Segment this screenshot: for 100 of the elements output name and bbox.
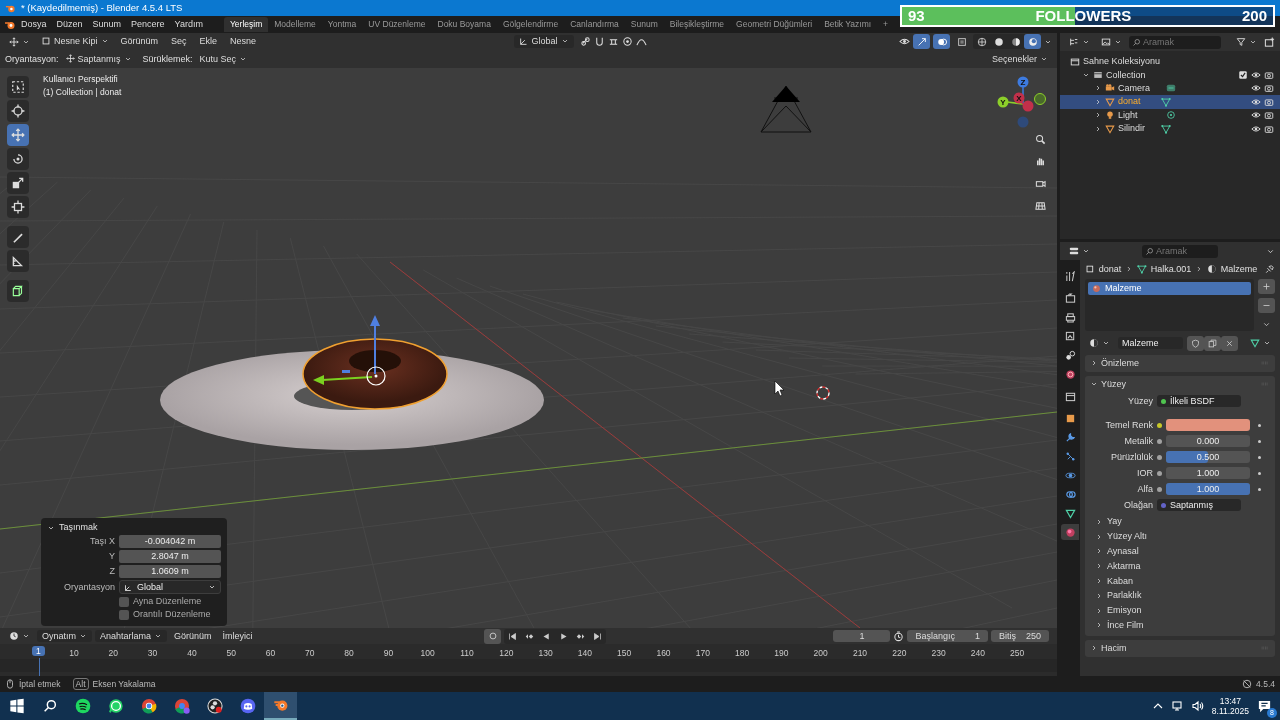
checkbox-label: Ayna Düzenleme (133, 596, 202, 608)
frame-number: 240 (970, 648, 985, 659)
menu-item[interactable]: Nesne (225, 35, 262, 48)
options-dropdown[interactable]: Seçenekler (987, 52, 1052, 66)
playhead-handle[interactable]: 1 (32, 646, 45, 657)
field-label: Alfa (1136, 484, 1153, 495)
outliner-item[interactable]: Sahne Koleksiyonu (1060, 55, 1280, 69)
subpanel-title[interactable]: Kaban (1107, 575, 1134, 587)
shader-link-field[interactable]: İlkeli BSDF (1157, 395, 1241, 408)
drag-dropdown[interactable]: Kutu Seç (195, 52, 252, 66)
number-field[interactable]: 2.8047 m (119, 550, 221, 563)
material-name-field[interactable]: Malzeme (1118, 337, 1183, 350)
menu-item[interactable]: Görünüm (115, 35, 164, 48)
panel-title[interactable]: Önizleme (1101, 357, 1257, 369)
field-label: Z (108, 565, 115, 577)
orientation-dropdown[interactable]: Global (513, 35, 574, 48)
clock-date[interactable]: 8.11.2025 (1211, 706, 1249, 717)
frame-number: 70 (305, 648, 315, 659)
frame-number: 100 (420, 648, 435, 659)
outliner-item[interactable]: Collection (1060, 68, 1280, 82)
frame-number: 230 (931, 648, 946, 659)
axis-handle[interactable]: Y (997, 96, 1009, 108)
workspace-tab[interactable]: Modelleme (268, 17, 322, 32)
subpanel-title[interactable]: Emisyon (1107, 605, 1142, 616)
field-label: Pürüzlülük (1109, 452, 1153, 463)
orientation-label: Oryantasyon: (5, 53, 59, 65)
outliner-item[interactable]: Camera (1060, 81, 1280, 96)
panel-title[interactable]: Yüzey (1101, 378, 1257, 390)
workspace-tab[interactable]: Yontma (321, 17, 363, 32)
panel-title[interactable]: Hacim (1101, 642, 1257, 654)
slider-field[interactable]: 0.500 (1166, 451, 1250, 464)
menu-item[interactable]: Görünüm (170, 629, 216, 643)
workspace-tab[interactable]: Yerleşim (223, 17, 269, 32)
breadcrumb-item: Halka.001 (1150, 264, 1192, 275)
clock-time[interactable]: 13:47 (1219, 695, 1242, 706)
slider-field[interactable]: 1.000 (1166, 483, 1250, 496)
outliner-item[interactable]: Light (1060, 108, 1280, 122)
outliner-item[interactable]: Silindir (1060, 121, 1280, 136)
subpanel-title[interactable]: Aktarma (1107, 560, 1141, 572)
goal-target-count: 200 (1241, 7, 1267, 25)
frame-number: 130 (538, 648, 553, 659)
subpanel-title[interactable]: İnce Film (1107, 619, 1144, 631)
menu-item[interactable]: İmleyici (218, 629, 257, 643)
menu-item[interactable]: Seç (166, 35, 192, 48)
frame-number: 160 (656, 648, 671, 659)
start-frame-field[interactable]: Başlangıç 1 (907, 629, 988, 643)
item-label: Silindir (1118, 123, 1146, 135)
number-field[interactable]: 1.000 (1166, 467, 1250, 480)
axis-handle[interactable]: Z (1017, 76, 1029, 88)
frame-number: 180 (735, 648, 750, 659)
frame-number: 40 (187, 648, 197, 659)
end-frame-field[interactable]: Bitiş 250 (990, 629, 1049, 643)
frame-number: 20 (108, 648, 119, 659)
current-frame-field[interactable]: 1 (833, 629, 891, 643)
menu-item[interactable]: Pencere (126, 18, 170, 31)
subpanel-title[interactable]: Yüzey Altı (1107, 531, 1148, 542)
orientation-dropdown[interactable]: Saptanmış (61, 52, 136, 66)
frame-number: 250 (1010, 648, 1025, 659)
menu-item[interactable]: Düzen (51, 18, 88, 31)
checkbox-label: Orantılı Düzenleme (133, 609, 211, 620)
field-label: Temel Renk (1104, 420, 1153, 431)
item-label: Collection (1106, 69, 1147, 81)
mode-dropdown[interactable]: Nesne Kipi (37, 35, 113, 48)
field-label: IOR (1136, 468, 1153, 479)
menu-item[interactable]: Ekle (194, 35, 223, 48)
number-field[interactable]: 1.0609 m (119, 564, 221, 578)
shader-link-field[interactable]: Saptanmış (1157, 499, 1241, 512)
field-label: Yüzey (1127, 396, 1153, 407)
axis-gizmo[interactable]: Z Y X (995, 74, 1051, 130)
menu-item[interactable]: Yardım (169, 18, 208, 31)
menu-dropdown[interactable]: Oynatım (37, 629, 92, 643)
outliner-item[interactable]: donat (1060, 95, 1280, 109)
search-field[interactable]: Aramak (1142, 244, 1218, 258)
number-field[interactable]: 0.000 (1166, 435, 1250, 448)
menu-item[interactable]: Sunum (87, 18, 127, 31)
workspace-tab[interactable]: Geometri Düğümleri (730, 17, 819, 32)
menu-item[interactable]: Dosya (16, 18, 52, 31)
workspace-tab[interactable]: Gölgelendirme (496, 17, 565, 32)
workspace-tab[interactable]: Canlandırma (564, 17, 625, 32)
workspace-tab[interactable]: Doku Boyama (431, 17, 497, 32)
item-label: Light (1118, 109, 1139, 121)
menu-dropdown[interactable]: Anahtarlama (95, 629, 168, 643)
number-field[interactable]: -0.004042 m (119, 535, 221, 548)
workspace-tab[interactable]: UV Düzenleme (362, 17, 432, 32)
frame-number: 30 (147, 648, 158, 659)
workspace-tab[interactable]: Betik Yazımı (818, 17, 878, 32)
subpanel-title[interactable]: Yay (1107, 516, 1122, 528)
frame-number: 110 (460, 648, 474, 659)
goal-label: FOLLOWERS (1035, 7, 1132, 25)
workspace-tab[interactable]: Bileşikleştirme (663, 17, 731, 32)
frame-number: 120 (499, 648, 514, 659)
subpanel-title[interactable]: Parlaklık (1107, 590, 1142, 602)
add-workspace-button[interactable]: + (877, 17, 895, 32)
subpanel-title[interactable]: Aynasal (1107, 546, 1139, 557)
material-slot[interactable]: Malzeme (1088, 281, 1251, 295)
item-label: donat (1118, 96, 1142, 108)
search-field[interactable]: Aramak (1129, 35, 1221, 49)
workspace-tab[interactable]: Sunum (624, 17, 664, 32)
frame-number: 220 (892, 648, 907, 659)
orientation-dropdown[interactable]: Global (119, 579, 221, 595)
